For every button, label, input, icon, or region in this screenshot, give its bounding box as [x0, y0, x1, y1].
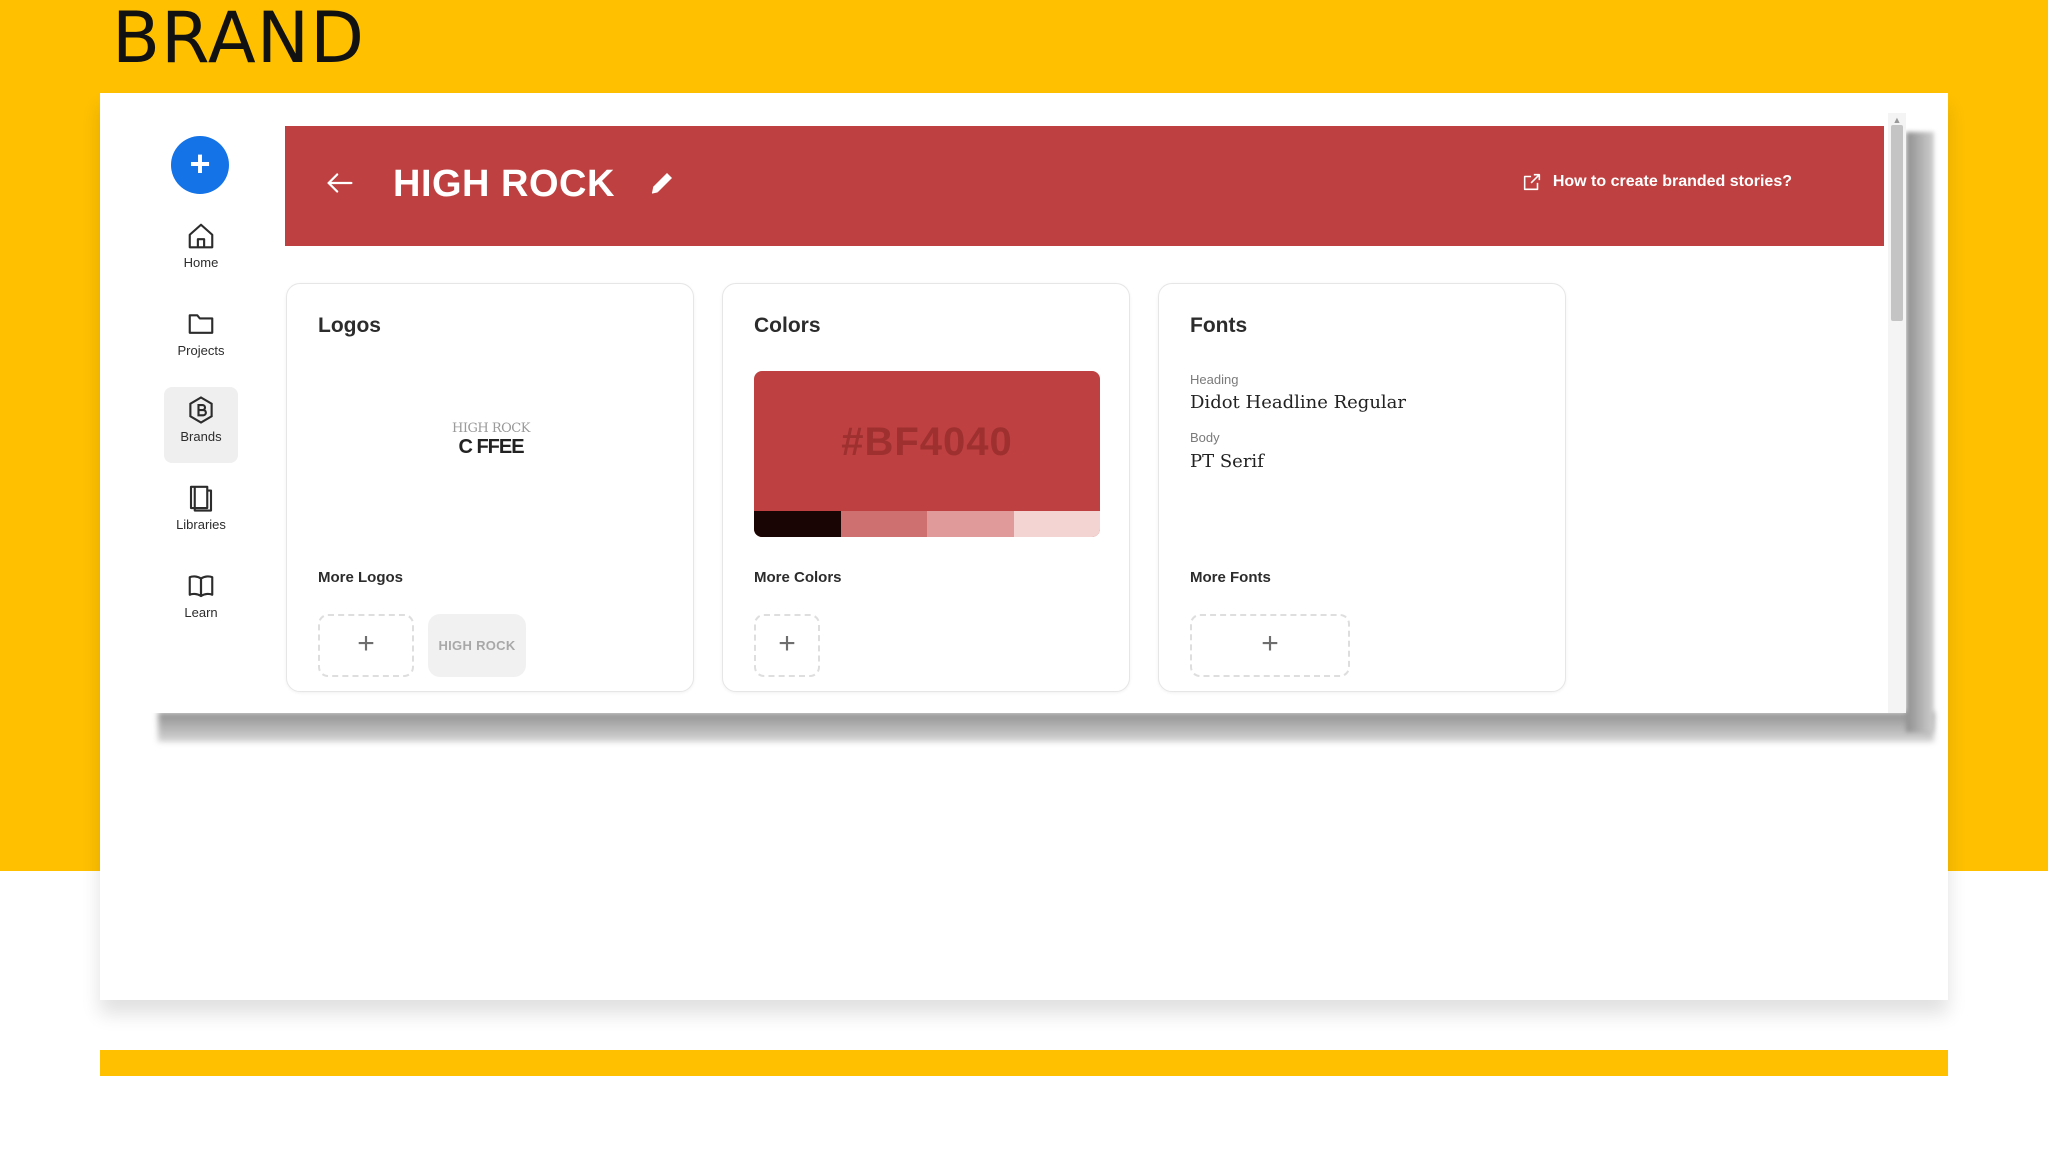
primary-logo[interactable]: HIGH ROCK C FFEE	[443, 422, 539, 482]
external-link-icon	[1523, 173, 1540, 191]
primary-color-hex: #BF4040	[841, 420, 1013, 464]
app-window: + Home Projects Brands Libraries Learn H…	[146, 113, 1906, 713]
brand-header: HIGH ROCK How to create branded stories?	[285, 126, 1884, 246]
fonts-card-title: Fonts	[1190, 314, 1248, 337]
book-icon	[188, 575, 214, 598]
heading-font-label: Heading	[1190, 372, 1239, 387]
rail-label-learn: Learn	[184, 605, 218, 620]
heading-font-name[interactable]: Didot Headline Regular	[1190, 392, 1406, 413]
create-new-button[interactable]: +	[171, 136, 229, 194]
rail-item-projects[interactable]: Projects	[164, 301, 238, 377]
window-shadow	[158, 712, 1934, 742]
edit-pencil-icon[interactable]	[647, 168, 677, 198]
left-nav-rail: + Home Projects Brands Libraries Learn	[146, 113, 286, 713]
add-font-button[interactable]: +	[1190, 614, 1350, 677]
body-font-name[interactable]: PT Serif	[1190, 451, 1264, 472]
logos-card: Logos HIGH ROCK C FFEE More Logos + HIGH…	[286, 283, 694, 692]
body-font-label: Body	[1190, 430, 1220, 445]
logo-bottom-text: C FFEE	[458, 436, 524, 458]
slide-title: BRAND	[112, 0, 365, 79]
more-logos-label: More Logos	[318, 569, 403, 586]
more-fonts-label: More Fonts	[1190, 569, 1271, 586]
home-icon	[188, 223, 214, 249]
tint-swatch[interactable]	[927, 511, 1014, 537]
logo-top-text: HIGH ROCK	[452, 421, 530, 436]
more-colors-label: More Colors	[754, 569, 842, 586]
add-color-plus-icon: +	[778, 627, 796, 660]
window-side-shadow	[1906, 132, 1934, 732]
folder-icon	[188, 314, 214, 334]
scroll-up-arrow-icon[interactable]: ▲	[1892, 115, 1902, 125]
rail-item-learn[interactable]: Learn	[164, 563, 238, 639]
library-icon	[189, 485, 213, 512]
help-link[interactable]: How to create branded stories?	[1521, 166, 1792, 198]
tint-swatch[interactable]	[840, 511, 927, 537]
brand-badge-icon	[189, 396, 213, 424]
back-arrow-icon[interactable]	[323, 166, 357, 200]
logo-thumbnail[interactable]: HIGH ROCK	[428, 614, 526, 677]
colors-card-title: Colors	[754, 314, 821, 337]
primary-color-swatch[interactable]: #BF4040	[754, 371, 1100, 537]
rail-label-projects: Projects	[177, 343, 225, 358]
rail-item-home[interactable]: Home	[164, 213, 238, 289]
rail-item-brands[interactable]: Brands	[164, 387, 238, 463]
plus-icon: +	[189, 143, 211, 184]
rail-label-brands: Brands	[180, 429, 222, 444]
rail-item-libraries[interactable]: Libraries	[164, 475, 238, 551]
tint-swatch[interactable]	[1013, 511, 1100, 537]
add-font-plus-icon: +	[1261, 627, 1279, 660]
add-logo-button[interactable]: +	[318, 614, 414, 677]
scrollbar-thumb[interactable]	[1891, 125, 1903, 321]
brand-name-title: HIGH ROCK	[393, 163, 615, 205]
rail-label-home: Home	[183, 255, 219, 270]
color-tints	[754, 511, 1100, 537]
colors-card: Colors #BF4040 More Colors +	[722, 283, 1130, 692]
help-link-text: How to create branded stories?	[1552, 173, 1792, 190]
rail-label-libraries: Libraries	[176, 517, 226, 532]
add-color-button[interactable]: +	[754, 614, 820, 677]
logos-card-title: Logos	[318, 314, 381, 337]
fonts-card: Fonts Heading Didot Headline Regular Bod…	[1158, 283, 1566, 692]
tint-swatch[interactable]	[754, 511, 841, 537]
add-logo-plus-icon: +	[357, 627, 375, 660]
slide-bottom-bar	[100, 1050, 1948, 1076]
